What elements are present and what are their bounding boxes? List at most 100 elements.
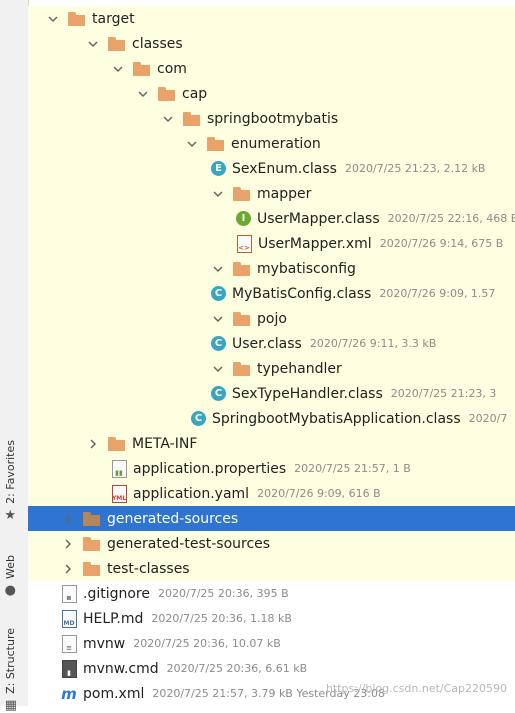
tree-item-label: MyBatisConfig.class xyxy=(232,285,372,302)
tree-item-label: mvnw.cmd xyxy=(83,660,159,677)
tree-item-label: User.class xyxy=(232,335,302,352)
tree-row-typehandler[interactable]: typehandler xyxy=(28,356,515,381)
tree-row-generated-test-sources[interactable]: generated-test-sources xyxy=(28,531,515,556)
folder-icon xyxy=(83,536,101,551)
tree-row-target[interactable]: target xyxy=(28,6,515,31)
tree-row-meta-inf[interactable]: META-INF xyxy=(28,431,515,456)
tree-item-label: application.yaml xyxy=(133,485,250,502)
structure-tab[interactable]: ▦ Z: Structure xyxy=(4,628,17,713)
tree-row-mvnw-cmd[interactable]: ▮ mvnw.cmd 2020/7/25 20:36, 6.61 kB xyxy=(28,656,515,681)
file-meta: 2020/7/25 22:16, 468 B xyxy=(387,212,515,225)
tree-row-application-yaml[interactable]: YML application.yaml 2020/7/26 9:09, 616 B xyxy=(28,481,515,506)
chevron-right-icon[interactable] xyxy=(61,537,75,551)
web-tab[interactable]: ● Web xyxy=(4,555,17,598)
folder-icon xyxy=(68,11,86,26)
chevron-down-icon[interactable] xyxy=(86,37,100,51)
text-file-icon: ≡ xyxy=(61,634,77,653)
folder-icon xyxy=(108,36,126,51)
favorites-tab[interactable]: ★ 2: Favorites xyxy=(4,440,17,523)
yaml-file-icon: YML xyxy=(111,484,127,503)
class-icon: C xyxy=(211,336,226,351)
chevron-down-icon[interactable] xyxy=(46,12,60,26)
tree-item-label: typehandler xyxy=(257,360,342,377)
structure-tab-label: Z: Structure xyxy=(4,628,17,694)
chevron-down-icon[interactable] xyxy=(111,62,125,76)
tree-item-label: SpringbootMybatisApplication.class xyxy=(212,410,461,427)
tree-item-label: UserMapper.xml xyxy=(258,235,372,252)
folder-icon xyxy=(108,436,126,451)
tree-row-mybatisconfig[interactable]: mybatisconfig xyxy=(28,256,515,281)
tree-row-usermapper-xml[interactable]: <> UserMapper.xml 2020/7/26 9:14, 675 B xyxy=(28,231,515,256)
tree-row-application-properties[interactable]: ▮▮ application.properties 2020/7/25 21:57,… xyxy=(28,456,515,481)
chevron-right-icon[interactable] xyxy=(61,562,75,576)
folder-icon xyxy=(233,311,251,326)
chevron-down-icon[interactable] xyxy=(211,187,225,201)
tree-row-user-class[interactable]: C User.class 2020/7/26 9:11, 3.3 kB xyxy=(28,331,515,356)
tree-row-mapper[interactable]: mapper xyxy=(28,181,515,206)
tree-item-label: generated-sources xyxy=(107,510,239,527)
tree-row-usermapper-class[interactable]: I UserMapper.class 2020/7/25 22:16, 468 B xyxy=(28,206,515,231)
tree-item-label: .gitignore xyxy=(83,585,150,602)
tree-row-help-md[interactable]: MD HELP.md 2020/7/25 20:36, 1.18 kB xyxy=(28,606,515,631)
tree-row-springbootmybatis[interactable]: springbootmybatis xyxy=(28,106,515,131)
tree-item-label: pojo xyxy=(257,310,287,327)
favorites-tab-label: 2: Favorites xyxy=(4,440,17,504)
tree-item-label: META-INF xyxy=(132,435,198,452)
folder-icon xyxy=(233,361,251,376)
structure-icon: ▦ xyxy=(4,697,17,713)
tree-row-pom-xml[interactable]: m pom.xml 2020/7/25 21:57, 3.79 kB Yesterd… xyxy=(28,681,515,706)
tree-row-mybatisconfig-class[interactable]: C MyBatisConfig.class 2020/7/26 9:09, 1.57 xyxy=(28,281,515,306)
run-class-icon: C xyxy=(191,411,206,426)
tree-row-cap[interactable]: cap xyxy=(28,81,515,106)
chevron-down-icon[interactable] xyxy=(211,262,225,276)
tree-item-label: mvnw xyxy=(83,635,126,652)
tree-item-label: com xyxy=(157,60,187,77)
markdown-file-icon: MD xyxy=(61,609,77,628)
file-meta: 2020/7/25 20:36, 1.18 kB xyxy=(151,612,292,625)
folder-icon xyxy=(233,261,251,276)
class-icon: C xyxy=(211,286,226,301)
chevron-down-icon[interactable] xyxy=(136,87,150,101)
file-meta: 2020/7/25 21:23, 2.12 kB xyxy=(344,162,486,175)
chevron-down-icon[interactable] xyxy=(185,137,199,151)
chevron-right-icon[interactable] xyxy=(86,437,100,451)
file-meta: 2020/7/26 9:09, 1.57 xyxy=(379,287,496,300)
tree-row-com[interactable]: com xyxy=(28,56,515,81)
tree-row-pojo[interactable]: pojo xyxy=(28,306,515,331)
xml-file-icon: <> xyxy=(236,234,252,253)
tree-item-label: pom.xml xyxy=(83,685,145,702)
file-meta: 2020/7/26 9:09, 616 B xyxy=(257,487,381,500)
star-icon: ★ xyxy=(4,507,17,523)
enum-icon: E xyxy=(211,161,226,176)
tree-row-mvnw[interactable]: ≡ mvnw 2020/7/25 20:36, 10.07 kB xyxy=(28,631,515,656)
tree-item-label: application.properties xyxy=(133,460,287,477)
tree-item-label: mybatisconfig xyxy=(257,260,356,277)
tree-row-sextypehandler-class[interactable]: C SexTypeHandler.class 2020/7/25 21:23, 3 xyxy=(28,381,515,406)
class-icon: C xyxy=(211,386,226,401)
chevron-down-icon[interactable] xyxy=(211,362,225,376)
tree-row-test-classes[interactable]: test-classes xyxy=(28,556,515,581)
tree-item-label: SexEnum.class xyxy=(232,160,337,177)
tree-row-springbootmybatisapplication-class[interactable]: C SpringbootMybatisApplication.class 2020/… xyxy=(28,406,515,431)
cmd-file-icon: ▮ xyxy=(61,659,77,678)
chevron-right-icon[interactable] xyxy=(61,512,75,526)
globe-icon: ● xyxy=(4,582,17,598)
tree-row-enumeration[interactable]: enumeration xyxy=(28,131,515,156)
chevron-down-icon[interactable] xyxy=(211,312,225,326)
tree-item-label: springbootmybatis xyxy=(207,110,339,127)
tree-row-classes[interactable]: classes xyxy=(28,31,515,56)
project-tree[interactable]: target classes com cap springbootmybatis enum… xyxy=(28,0,515,706)
folder-icon xyxy=(233,186,251,201)
file-meta: 2020/7/25 21:57, 3.79 kB Yesterday 23:08 xyxy=(152,687,385,700)
chevron-down-icon[interactable] xyxy=(161,112,175,126)
tree-item-label: generated-test-sources xyxy=(107,535,271,552)
tree-row-sexenum-class[interactable]: E SexEnum.class 2020/7/25 21:23, 2.12 kB xyxy=(28,156,515,181)
tree-row-gitignore[interactable]: ▪ .gitignore 2020/7/25 20:36, 395 B xyxy=(28,581,515,606)
tree-row-generated-sources[interactable]: generated-sources xyxy=(28,506,515,531)
tree-item-label: HELP.md xyxy=(83,610,144,627)
folder-icon xyxy=(158,86,176,101)
tree-item-label: SexTypeHandler.class xyxy=(232,385,383,402)
folder-icon xyxy=(133,61,151,76)
tree-item-label: mapper xyxy=(257,185,312,202)
file-meta: 2020/7 xyxy=(468,412,508,425)
